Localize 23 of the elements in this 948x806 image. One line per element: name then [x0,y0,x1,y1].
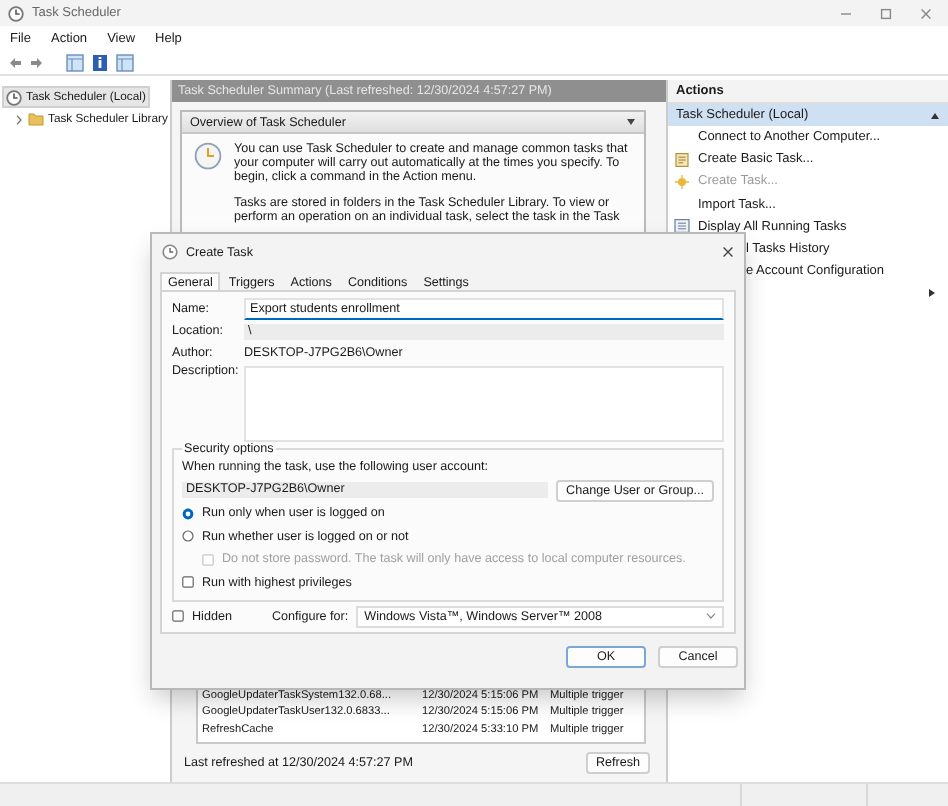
maximize-icon[interactable] [880,7,892,19]
close-icon[interactable] [722,246,734,258]
collapse-icon[interactable] [930,111,940,119]
scroll-icon [674,151,690,168]
radio-button[interactable] [182,507,194,520]
window-icon[interactable] [116,53,134,71]
radio-button[interactable] [182,530,194,543]
folder-icon [28,112,44,126]
help-book-icon[interactable] [92,53,108,71]
clock-icon [162,244,178,260]
checkbox[interactable] [182,576,194,589]
back-arrow-icon[interactable] [8,55,22,69]
forward-arrow-icon[interactable] [30,55,44,69]
chevron-down-icon [706,612,716,621]
clock-icon [6,89,22,105]
window-icon[interactable] [66,53,84,71]
checkbox[interactable] [172,610,184,623]
collapse-icon[interactable] [626,118,636,126]
submenu-arrow-icon[interactable] [928,288,936,299]
app-clock-icon [8,5,24,21]
scheduler-clock-icon [194,142,222,170]
chevron-icon[interactable] [14,113,24,125]
sparkle-icon [674,173,690,190]
